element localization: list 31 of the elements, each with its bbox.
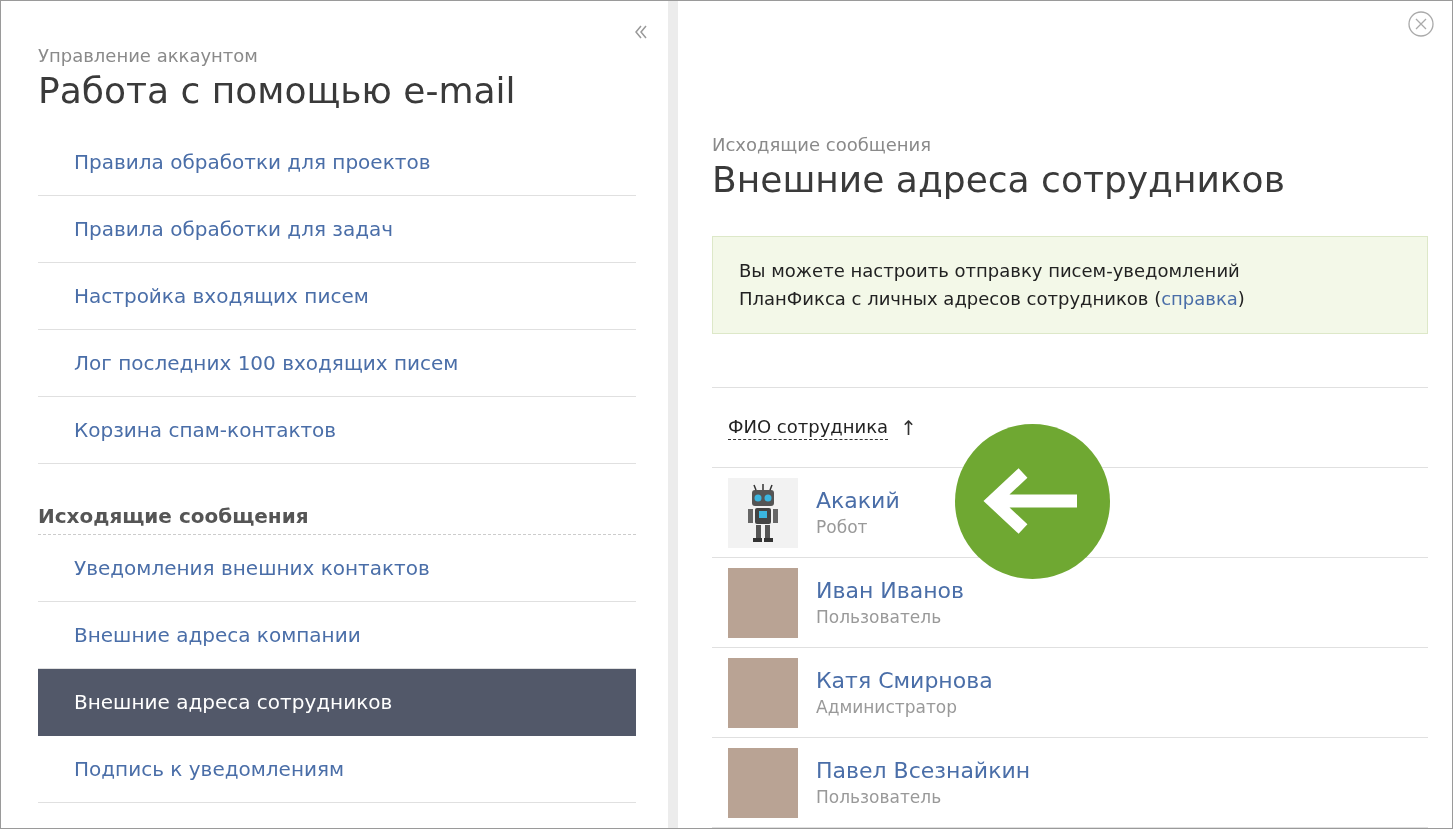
collapse-icon[interactable] — [634, 25, 648, 39]
menu-item[interactable]: Внешние адреса сотрудников — [38, 669, 636, 736]
menu-item[interactable]: Подпись к уведомлениям — [38, 736, 636, 803]
photo-placeholder — [728, 747, 798, 818]
section-subtitle: Управление аккаунтом — [38, 45, 259, 66]
employee-name[interactable]: Иван Иванов — [816, 578, 964, 603]
employee-role: Администратор — [816, 697, 958, 717]
menu-heading: Исходящие сообщения — [38, 504, 636, 535]
employee-name[interactable]: Катя Смирнова — [816, 668, 993, 693]
menu-item[interactable]: Уведомления внешних контактов — [38, 535, 636, 602]
photo-placeholder — [728, 657, 798, 728]
employee-name[interactable]: Павел Всезнайкин — [816, 758, 1031, 783]
page-title: Работа с помощью e-mail — [38, 70, 517, 111]
menu-item[interactable]: Правила обработки для проектов — [38, 129, 636, 196]
info-text: Вы можете настроить отправку писем-уведомлений ПланФикса с личных адресов сотрудников (справка) — [739, 259, 1246, 311]
menu-item[interactable]: Корзина спам-контактов — [38, 397, 636, 464]
section-subtitle: Исходящие сообщения — [712, 134, 933, 155]
employee-role: Пользователь — [816, 607, 943, 627]
menu-item[interactable]: Настройка входящих писем — [38, 263, 636, 330]
robot-avatar — [728, 477, 798, 548]
sort-indicator[interactable]: ↑ — [900, 415, 917, 440]
menu-item[interactable]: Правила обработки для задач — [38, 196, 636, 263]
employee-role: Пользователь — [816, 787, 943, 807]
employee-name[interactable]: Акакий — [816, 488, 900, 513]
photo-placeholder — [728, 567, 798, 638]
page-title: Внешние адреса сотрудников — [712, 159, 1286, 200]
close-icon[interactable] — [1408, 11, 1434, 37]
help-link[interactable]: справка — [1161, 288, 1238, 309]
column-header[interactable]: ФИО сотрудника — [728, 415, 889, 440]
menu-item[interactable]: Лог последних 100 входящих писем — [38, 330, 636, 397]
employee-role: Робот — [816, 517, 869, 537]
